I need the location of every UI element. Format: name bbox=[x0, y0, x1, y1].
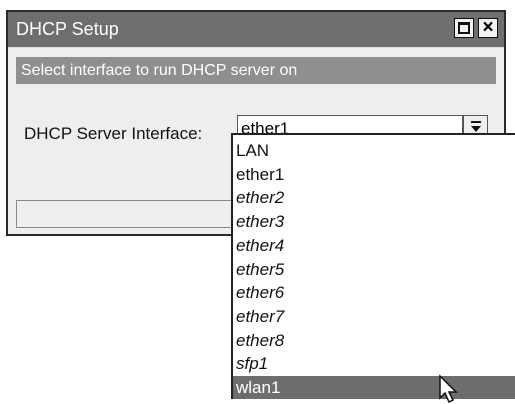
interface-dropdown-list: LAN ether1 ether2 ether3 ether4 ether5 ether6 e… bbox=[231, 133, 515, 399]
interface-field-label: DHCP Server Interface: bbox=[24, 124, 203, 143]
window-title: DHCP Setup bbox=[16, 19, 119, 39]
dropdown-option-ether1[interactable]: ether1 bbox=[233, 163, 515, 186]
maximize-icon[interactable] bbox=[454, 18, 474, 38]
title-bar[interactable]: DHCP Setup × bbox=[8, 12, 504, 48]
dropdown-option-ether3[interactable]: ether3 bbox=[233, 210, 515, 233]
dropdown-option-ether4[interactable]: ether4 bbox=[233, 234, 515, 257]
dropdown-option-LAN[interactable]: LAN bbox=[233, 139, 515, 162]
mouse-pointer-icon bbox=[439, 374, 458, 404]
hidden-field-behind-dropdown bbox=[16, 200, 236, 228]
dropdown-option-ether5[interactable]: ether5 bbox=[233, 258, 515, 281]
dropdown-option-ether8[interactable]: ether8 bbox=[233, 329, 515, 352]
close-icon[interactable]: × bbox=[478, 18, 498, 38]
dropdown-option-ether6[interactable]: ether6 bbox=[233, 281, 515, 304]
dropdown-option-wlan1[interactable]: wlan1 bbox=[233, 376, 515, 399]
dropdown-option-ether7[interactable]: ether7 bbox=[233, 305, 515, 328]
dropdown-option-ether2[interactable]: ether2 bbox=[233, 186, 515, 209]
dropdown-option-sfp1[interactable]: sfp1 bbox=[233, 352, 515, 375]
instruction-banner: Select interface to run DHCP server on bbox=[16, 57, 496, 84]
dropdown-arrow-glyph bbox=[470, 121, 481, 132]
